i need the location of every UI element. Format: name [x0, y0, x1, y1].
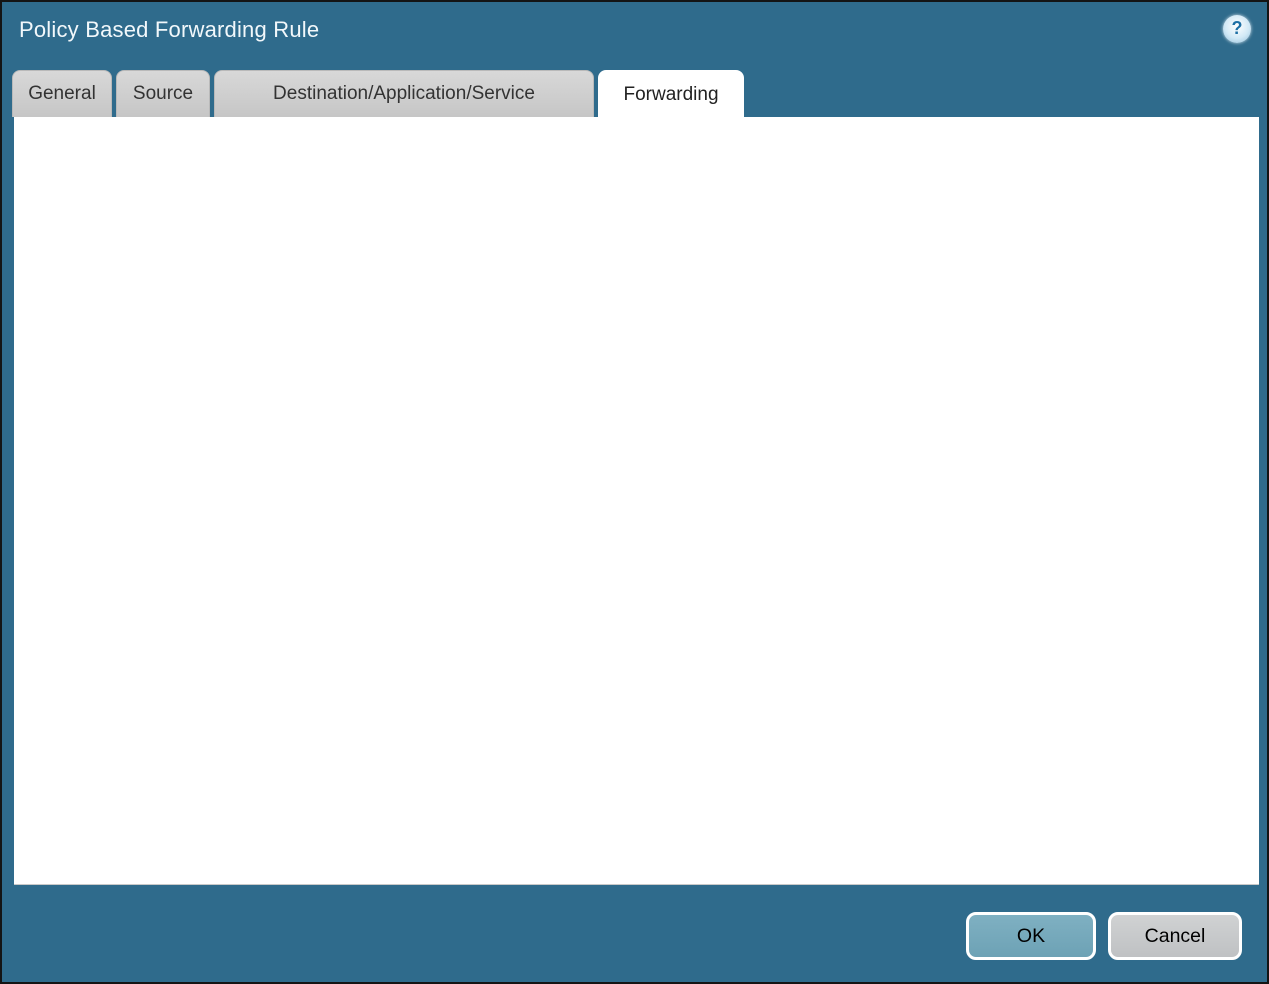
tab-source[interactable]: Source [116, 70, 210, 117]
tab-destination-application-service[interactable]: Destination/Application/Service [214, 70, 594, 117]
tab-general[interactable]: General [12, 70, 112, 117]
tab-bar: General Source Destination/Application/S… [12, 70, 744, 119]
policy-based-forwarding-dialog: Policy Based Forwarding Rule ? General S… [0, 0, 1269, 984]
ok-button[interactable]: OK [966, 912, 1096, 960]
cancel-button[interactable]: Cancel [1108, 912, 1242, 960]
forwarding-tab-panel [14, 117, 1259, 885]
dialog-title: Policy Based Forwarding Rule [19, 17, 320, 42]
tab-forwarding[interactable]: Forwarding [598, 70, 744, 119]
help-icon[interactable]: ? [1223, 15, 1251, 43]
